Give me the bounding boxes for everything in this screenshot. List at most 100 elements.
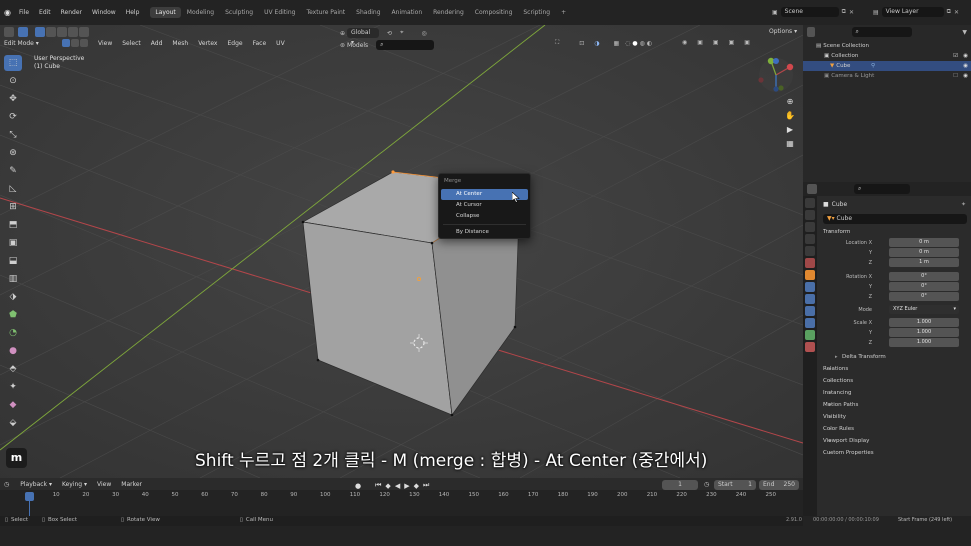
location-x-field[interactable]: 0 m [889, 238, 959, 247]
edge-slide-icon[interactable]: ⬘ [4, 361, 22, 377]
measure-icon[interactable]: ◺ [4, 181, 22, 197]
menu-edit[interactable]: Edit [34, 0, 56, 25]
face-select-mode[interactable] [80, 39, 88, 47]
menu-help[interactable]: Help [121, 0, 145, 25]
visibility-panel[interactable]: Visibility [811, 411, 971, 423]
tab-layout[interactable]: Layout [150, 7, 181, 18]
select-mode-invert[interactable] [68, 27, 78, 37]
modifier-tab-icon[interactable] [805, 282, 815, 292]
outliner-item-scene-collection[interactable]: ▤ Scene Collection [803, 41, 971, 51]
eye-icon[interactable]: ◉ [963, 71, 968, 81]
rotation-y-field[interactable]: 0° [889, 282, 959, 291]
move-icon[interactable]: ✥ [4, 91, 22, 107]
3d-viewport[interactable] [0, 25, 803, 478]
select-mode-intersect[interactable] [79, 27, 89, 37]
eye-icon[interactable]: ◉ [963, 61, 968, 71]
output-tab-icon[interactable] [805, 222, 815, 232]
inset-icon[interactable]: ▣ [4, 235, 22, 251]
outliner-item-cube[interactable]: ▼ Cube ⚲ ◉ [803, 61, 971, 71]
select-mode-extend[interactable] [46, 27, 56, 37]
tab-compositing[interactable]: Compositing [470, 7, 518, 18]
shading-solid-icon[interactable]: ● [632, 40, 637, 47]
play-reverse-icon[interactable]: ◀ [395, 482, 400, 490]
shading-material-icon[interactable]: ◍ [640, 40, 645, 47]
end-frame-field[interactable]: End 250 [759, 480, 799, 490]
tab-modeling[interactable]: Modeling [182, 7, 219, 18]
custom-properties-panel[interactable]: Custom Properties [811, 447, 971, 459]
tab-scripting[interactable]: Scripting [518, 7, 555, 18]
delta-transform-panel[interactable]: Delta Transform [817, 351, 971, 363]
viewport-scene[interactable] [0, 25, 803, 478]
render-tab-icon[interactable] [805, 210, 815, 220]
shading-wireframe-icon[interactable]: ◌ [625, 40, 630, 47]
rotation-x-field[interactable]: 0° [889, 272, 959, 281]
menu-marker[interactable]: Marker [116, 481, 147, 488]
menu-window[interactable]: Window [87, 0, 121, 25]
copy-icon[interactable]: ⧉ [947, 8, 951, 16]
motion-paths-panel[interactable]: Motion Paths [811, 399, 971, 411]
location-y-field[interactable]: 0 m [889, 248, 959, 257]
prev-key-icon[interactable]: ◆ [385, 482, 390, 490]
mesh-overlay-icon[interactable]: ▣ [697, 39, 703, 46]
jump-start-icon[interactable]: ⏮ [375, 481, 381, 490]
models-label[interactable]: Models [347, 42, 368, 49]
timeline-editor-icon[interactable]: ◷ [4, 481, 9, 488]
smooth-icon[interactable]: ● [4, 343, 22, 359]
menu-face[interactable]: Face [248, 40, 272, 47]
scale-y-field[interactable]: 1.000 [889, 328, 959, 337]
loop-cut-icon[interactable]: ▥ [4, 271, 22, 287]
edit-mode-dropdown[interactable]: Edit Mode ▾ [4, 40, 46, 47]
location-z-field[interactable]: 1 m [889, 258, 959, 267]
relations-panel[interactable]: Relations [811, 363, 971, 375]
scene-selector[interactable]: Scene [780, 7, 839, 17]
object-name-field[interactable]: ▼▾ Cube [823, 214, 967, 224]
world-tab-icon[interactable] [805, 258, 815, 268]
tab-shading[interactable]: Shading [351, 7, 385, 18]
scale-x-field[interactable]: 1.000 [889, 318, 959, 327]
current-frame-field[interactable]: 1 [662, 480, 698, 490]
filter-icon[interactable]: ▼ [962, 29, 967, 36]
tab-texture-paint[interactable]: Texture Paint [301, 7, 350, 18]
tool-tab-icon[interactable] [805, 198, 815, 208]
visibility-icon[interactable]: ⛶ [555, 39, 559, 47]
tab-animation[interactable]: Animation [387, 7, 428, 18]
poly-build-icon[interactable]: ⬟ [4, 307, 22, 323]
mesh-overlay-icon[interactable]: ▣ [713, 39, 719, 46]
transform-panel-header[interactable]: Transform [811, 226, 971, 238]
shading-rendered-icon[interactable]: ◐ [647, 40, 652, 47]
scale-z-field[interactable]: 1.000 [889, 338, 959, 347]
particles-tab-icon[interactable] [805, 294, 815, 304]
menu-keying[interactable]: Keying ▾ [57, 481, 92, 488]
tab-rendering[interactable]: Rendering [428, 7, 469, 18]
zoom-icon[interactable]: ⊕ [783, 97, 797, 111]
menu-render[interactable]: Render [56, 0, 87, 25]
xray-toggle-icon[interactable]: ▦ [613, 40, 619, 47]
close-icon[interactable]: ✕ [954, 9, 959, 16]
spin-icon[interactable]: ◔ [4, 325, 22, 341]
mesh-overlay-icon[interactable]: ▣ [744, 39, 750, 46]
next-key-icon[interactable]: ◆ [414, 482, 419, 490]
menu-edge[interactable]: Edge [222, 40, 247, 47]
checkbox-icon[interactable]: ☑ [953, 51, 958, 61]
eye-icon[interactable]: ◉ [682, 39, 687, 46]
mesh-overlay-icon[interactable]: ▣ [729, 39, 735, 46]
select-tool-button[interactable] [18, 27, 28, 37]
grid-view-icon[interactable]: ▦ [783, 139, 797, 153]
extrude-icon[interactable]: ⬒ [4, 217, 22, 233]
collections-panel[interactable]: Collections [811, 375, 971, 387]
menu-timeline-view[interactable]: View [92, 481, 116, 488]
edge-select-mode[interactable] [71, 39, 79, 47]
merge-by-distance[interactable]: By Distance [441, 227, 528, 238]
rip-region-icon[interactable]: ⬙ [4, 415, 22, 431]
tab-sculpting[interactable]: Sculpting [220, 7, 258, 18]
snap-icon[interactable]: ⌖ [400, 29, 403, 37]
outliner-item-collection[interactable]: ▣ Collection ☑ ◉ [803, 51, 971, 61]
select-box-icon[interactable]: ⬚ [4, 55, 22, 71]
material-tab-icon[interactable] [805, 342, 815, 352]
menu-view[interactable]: View [93, 40, 117, 47]
outliner-item-camera-light[interactable]: ▣ Camera & Light ☐ ◉ [803, 71, 971, 81]
menu-uv[interactable]: UV [271, 40, 290, 47]
view-layer-tab-icon[interactable] [805, 234, 815, 244]
camera-icon[interactable]: ▶ [783, 125, 797, 139]
menu-vertex[interactable]: Vertex [193, 40, 222, 47]
